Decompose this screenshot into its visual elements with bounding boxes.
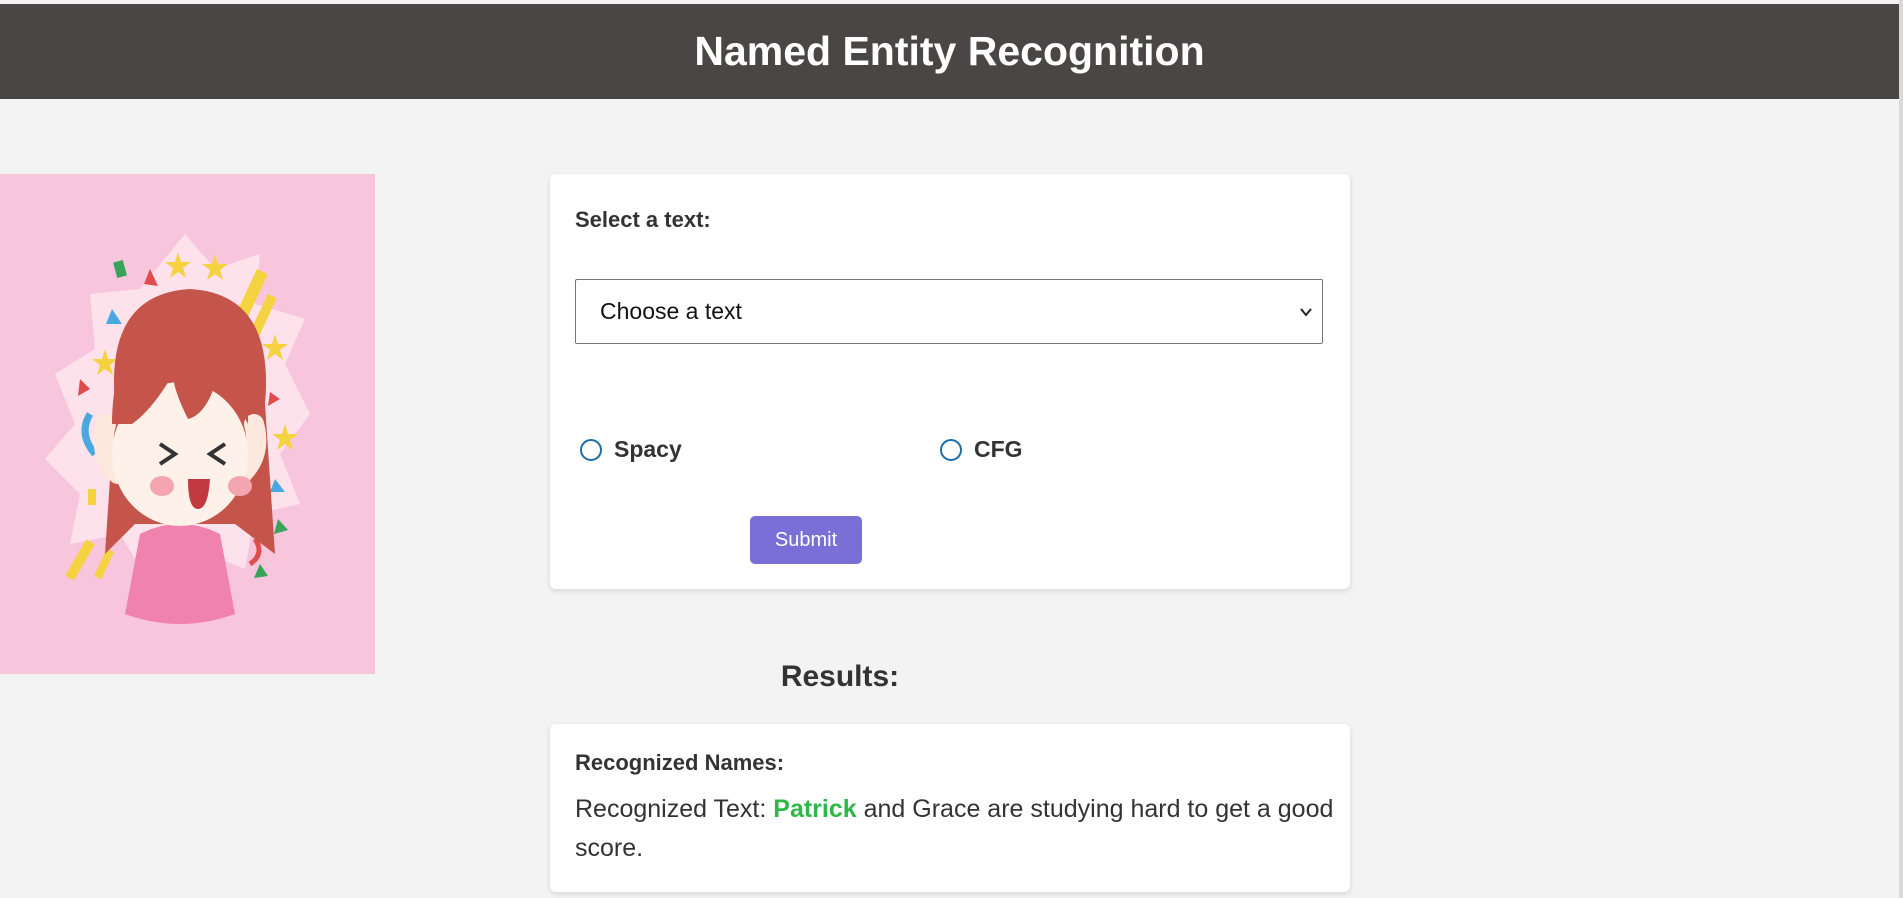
- results-heading: Results:: [780, 660, 900, 693]
- text-select-dropdown[interactable]: Choose a text: [575, 279, 1323, 344]
- radio-spacy-label: Spacy: [614, 436, 682, 462]
- text-selection-card: Select a text: Choose a text Spacy CFG S…: [550, 174, 1350, 589]
- celebration-illustration: [0, 174, 375, 674]
- entity-highlight: Patrick: [773, 795, 857, 823]
- radio-cfg-label: CFG: [974, 436, 1023, 462]
- scrollbar[interactable]: [1899, 0, 1903, 898]
- radio-cfg-circle[interactable]: [940, 438, 962, 461]
- page-title: Named Entity Recognition: [694, 28, 1205, 74]
- page-header: Named Entity Recognition: [0, 4, 1899, 99]
- submit-button[interactable]: Submit: [750, 516, 862, 564]
- chevron-down-icon: [1300, 307, 1312, 317]
- recognized-text: Recognized Text: Patrick and Grace are s…: [575, 790, 1335, 868]
- select-text-label: Select a text:: [575, 207, 711, 232]
- radio-spacy[interactable]: Spacy: [580, 436, 682, 463]
- recognized-names-label: Recognized Names:: [575, 750, 785, 775]
- recognized-text-prefix: Recognized Text:: [575, 795, 767, 823]
- results-card: Recognized Names: Recognized Text: Patri…: [550, 724, 1350, 892]
- radio-spacy-circle[interactable]: [580, 438, 602, 461]
- select-value: Choose a text: [600, 298, 742, 324]
- radio-cfg[interactable]: CFG: [940, 436, 1023, 463]
